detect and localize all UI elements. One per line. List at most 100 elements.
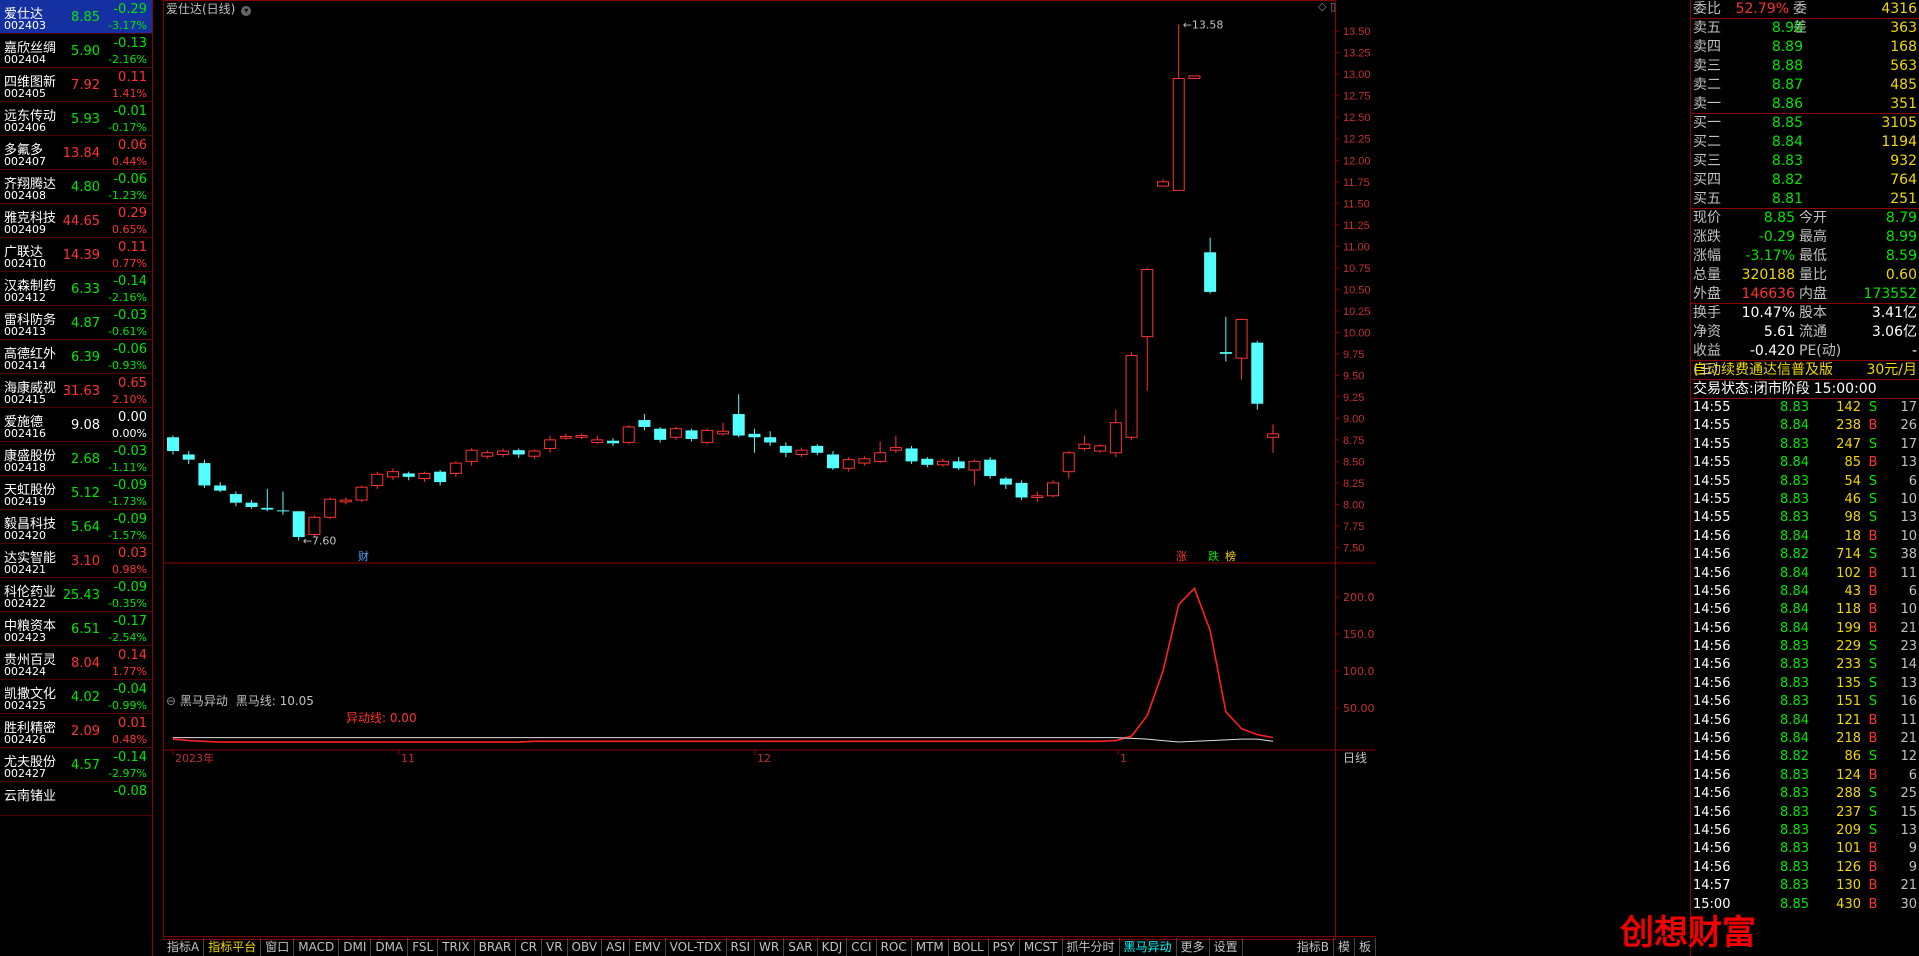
tick-time: 14:55 — [1693, 418, 1731, 434]
tick-count: 15 — [1900, 804, 1917, 820]
indicator-tab[interactable]: WR — [755, 937, 785, 956]
stock-change: -0.09 — [113, 478, 147, 493]
indicator-tab[interactable]: 更多 — [1177, 937, 1210, 956]
indicator-tab[interactable]: 设置 — [1210, 937, 1243, 956]
indicator-tab-right[interactable]: 模 — [1334, 937, 1355, 956]
watchlist-row[interactable]: 四维图新 002405 7.92 0.11 1.41% — [0, 68, 152, 102]
stock-change: 0.11 — [118, 240, 147, 255]
diamond-icon[interactable]: ◇ — [1318, 0, 1326, 13]
watchlist-row[interactable]: 达实智能 002421 3.10 0.03 0.98% — [0, 544, 152, 578]
stock-change: -0.01 — [113, 104, 147, 119]
indicator-tab[interactable]: MCST — [1020, 937, 1063, 956]
tick-flag: S — [1868, 675, 1878, 691]
indicator-tab[interactable]: 抓牛分时 — [1063, 937, 1120, 956]
indicator-tab[interactable]: CR — [516, 937, 542, 956]
candle-body — [622, 426, 635, 443]
chart-area[interactable]: 13.50 13.25 13.00 12.75 12.50 12.25 12.00 11.75… — [163, 0, 1376, 956]
watchlist-row[interactable]: 贵州百灵 002424 8.04 0.14 1.77% — [0, 646, 152, 680]
indicator-tab[interactable]: TRIX — [438, 937, 475, 956]
ad-price[interactable]: 30元/月 — [1866, 361, 1917, 379]
y-tick-label: 9.50 — [1343, 370, 1364, 382]
tick-row: 14:56 8.84 102 B 11 — [1691, 565, 1919, 583]
tick-price: 8.83 — [1780, 878, 1809, 894]
watchlist-row[interactable]: 天虹股份 002419 5.12 -0.09 -1.73% — [0, 476, 152, 510]
ad-row[interactable]: 自动续费通达信普及版 30元/月 — [1691, 361, 1919, 380]
watchlist-row[interactable]: 汉森制药 002412 6.33 -0.14 -2.16% — [0, 272, 152, 306]
watchlist-row[interactable]: 中粮资本 002423 6.51 -0.17 -2.54% — [0, 612, 152, 646]
watchlist-row[interactable]: 爱施德 002416 9.08 0.00 0.00% — [0, 408, 152, 442]
indicator-tab[interactable]: MTM — [912, 937, 949, 956]
indicator-tab[interactable]: MACD — [294, 937, 340, 956]
tick-volume: 130 — [1836, 878, 1861, 894]
indicator-tab[interactable]: DMA — [371, 937, 409, 956]
tick-price: 8.83 — [1780, 510, 1809, 526]
indicator-tab-right[interactable]: 板 — [1355, 937, 1376, 956]
watchlist-row[interactable]: 胜利精密 002426 2.09 0.01 0.48% — [0, 714, 152, 748]
indicator-tab[interactable]: VR — [542, 937, 568, 956]
candle-body — [889, 447, 902, 451]
watchlist-row[interactable]: 科伦药业 002422 25.43 -0.09 -0.35% — [0, 578, 152, 612]
watchlist-row[interactable]: 尤夫股份 002427 4.57 -0.14 -2.97% — [0, 748, 152, 782]
tick-row: 14:56 8.83 101 B 9 — [1691, 840, 1919, 858]
tick-flag: B — [1868, 528, 1878, 544]
indicator-tab[interactable]: BRAR — [475, 937, 517, 956]
stock-change-pct: -2.16% — [108, 53, 147, 66]
watchlist-row[interactable]: 爱仕达 002403 8.85 -0.29 -3.17% — [0, 0, 152, 34]
indicator-tab[interactable]: 窗口 — [261, 937, 295, 956]
indicator-toggle-icon[interactable]: ⊖ — [166, 694, 176, 708]
indicator-tab-right[interactable]: 指标B — [1293, 937, 1334, 956]
tick-row: 14:56 8.83 151 S 16 — [1691, 693, 1919, 711]
watchlist-row[interactable]: 远东传动 002406 5.93 -0.01 -0.17% — [0, 102, 152, 136]
tick-flag: S — [1868, 510, 1878, 526]
tick-time: 14:55 — [1693, 400, 1731, 415]
quote-value: 8.79 — [1885, 210, 1917, 226]
indicator-tab[interactable]: ASI — [602, 937, 631, 956]
candle-body — [559, 435, 572, 439]
indicator-tab[interactable]: DMI — [339, 937, 372, 956]
stock-price: 4.80 — [71, 180, 100, 195]
indicator-tab[interactable]: 指标A — [163, 937, 205, 956]
watchlist-row[interactable]: 雷科防务 002413 4.87 -0.03 -0.61% — [0, 306, 152, 340]
watchlist-row[interactable]: 云南锗业 -0.08 — [0, 782, 152, 816]
indicator-tab[interactable]: VOL-TDX — [666, 937, 727, 956]
indicator-tab[interactable]: BOLL — [949, 937, 989, 956]
watchlist-row[interactable]: 齐翔腾达 002408 4.80 -0.06 -1.23% — [0, 170, 152, 204]
candle-body — [858, 458, 871, 464]
maximize-icon[interactable]: ▯ — [1330, 0, 1336, 13]
y-tick-label: 9.25 — [1343, 392, 1364, 404]
watchlist-row[interactable]: 康盛股份 002418 2.68 -0.03 -1.11% — [0, 442, 152, 476]
indicator-tab[interactable]: EMV — [630, 937, 666, 956]
indicator-tab[interactable]: PSY — [989, 937, 1020, 956]
quote-row: 净资 5.61 流通 3.06亿 — [1691, 323, 1919, 342]
indicator-tab[interactable]: SAR — [784, 937, 818, 956]
watchlist-row[interactable]: 嘉欣丝绸 002404 5.90 -0.13 -2.16% — [0, 34, 152, 68]
tick-flag: B — [1868, 878, 1878, 894]
indicator-tab[interactable]: RSI — [727, 937, 756, 956]
tick-count: 13 — [1900, 675, 1917, 691]
tick-flag: S — [1868, 749, 1878, 765]
watchlist-row[interactable]: 高德红外 002414 6.39 -0.06 -0.93% — [0, 340, 152, 374]
indicator-tab[interactable]: OBV — [568, 937, 603, 956]
watchlist-row[interactable]: 毅昌科技 002420 5.64 -0.09 -1.57% — [0, 510, 152, 544]
indicator-tab[interactable]: CCI — [847, 937, 877, 956]
indicator-tab[interactable]: 黑马异动 — [1120, 937, 1177, 956]
tick-row: 14:55 8.83 98 S 13 — [1691, 509, 1919, 527]
kline-chart[interactable]: 13.50 13.25 13.00 12.75 12.50 12.25 12.00 11.75… — [163, 0, 1376, 940]
quote-value: -3.17% — [1745, 248, 1795, 264]
watchlist-row[interactable]: 广联达 002410 14.39 0.11 0.77% — [0, 238, 152, 272]
watchlist-row[interactable]: 雅克科技 002409 44.65 0.29 0.65% — [0, 204, 152, 238]
watchlist-row[interactable]: 凯撒文化 002425 4.02 -0.04 -0.99% — [0, 680, 152, 714]
watchlist-row[interactable]: 多氟多 002407 13.84 0.06 0.44% — [0, 136, 152, 170]
window-controls[interactable]: ◇ ▯ — [1318, 0, 1336, 13]
watchlist-row[interactable]: 海康威视 002415 31.63 0.65 2.10% — [0, 374, 152, 408]
indicator-tab[interactable]: ROC — [877, 937, 912, 956]
indicator-tab[interactable]: 指标平台 — [204, 937, 262, 956]
indicator-tab[interactable]: KDJ — [818, 937, 848, 956]
chevron-down-icon[interactable]: ▾ — [241, 6, 252, 16]
tick-flag: S — [1868, 436, 1878, 452]
tick-volume: 430 — [1836, 896, 1861, 912]
ad-text[interactable]: 自动续费通达信普及版 — [1693, 361, 1866, 379]
y-tick-label: 12.75 — [1343, 91, 1371, 103]
y-tick-label: 10.50 — [1343, 284, 1371, 296]
indicator-tab[interactable]: FSL — [408, 937, 439, 956]
